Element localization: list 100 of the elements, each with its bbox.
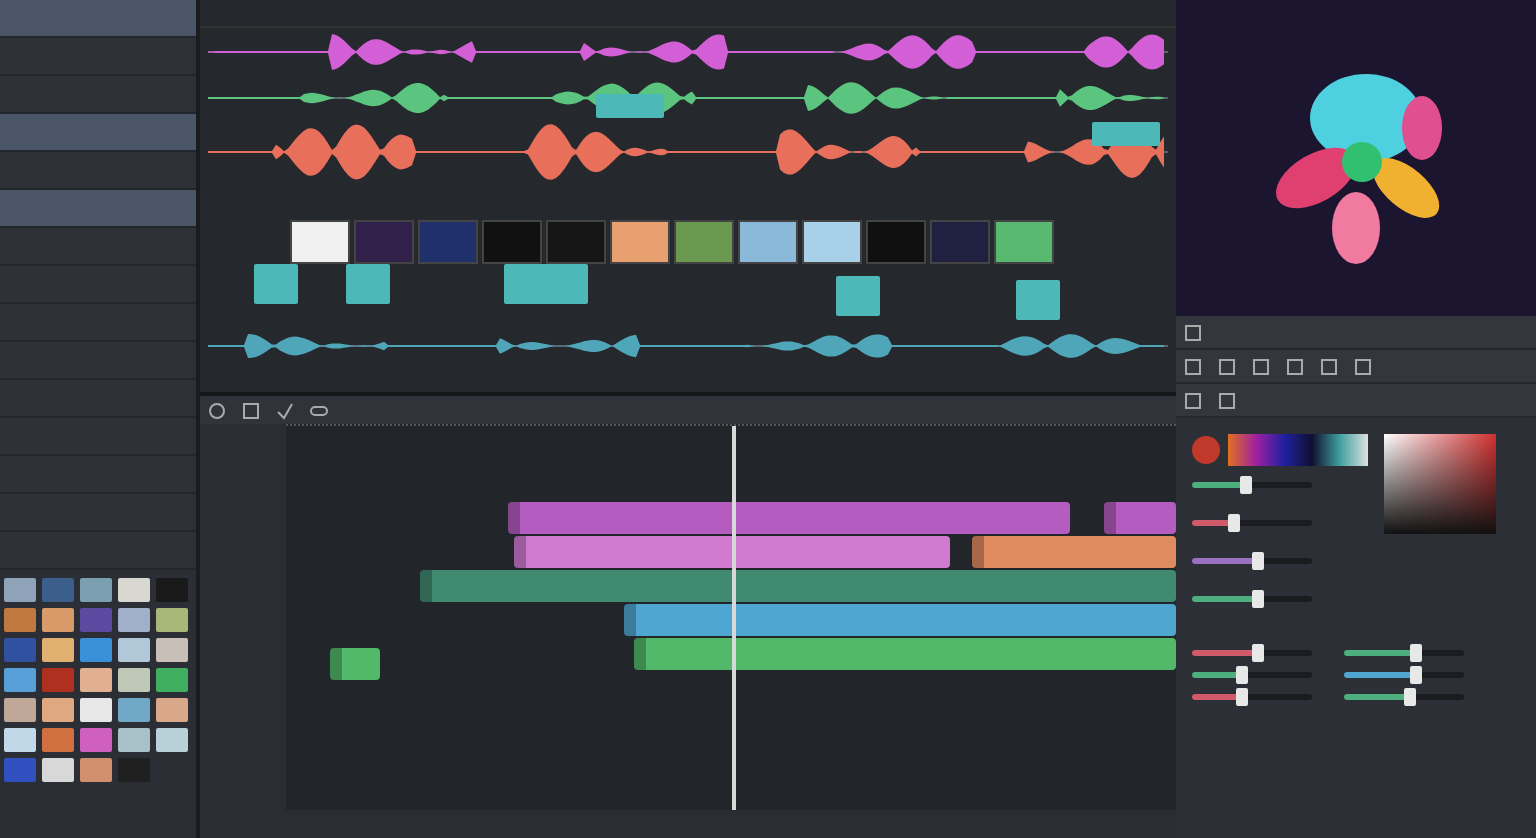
video-thumbnail[interactable]	[930, 220, 990, 264]
slider-thumb[interactable]	[1252, 590, 1264, 608]
media-thumbnail[interactable]	[4, 668, 36, 692]
video-thumbnail[interactable]	[354, 220, 414, 264]
media-thumbnail[interactable]	[118, 698, 150, 722]
gradient-bar[interactable]	[1228, 434, 1368, 466]
media-thumbnail[interactable]	[118, 668, 150, 692]
media-thumbnail[interactable]	[80, 758, 112, 782]
slider-thumb[interactable]	[1410, 644, 1422, 662]
media-thumbnail[interactable]	[80, 578, 112, 602]
marker-tag[interactable]	[596, 94, 664, 118]
video-thumbnail[interactable]	[866, 220, 926, 264]
square-icon	[1218, 357, 1236, 375]
media-thumbnail[interactable]	[118, 578, 150, 602]
video-thumbnail[interactable]	[546, 220, 606, 264]
slider-thumb[interactable]	[1252, 552, 1264, 570]
slider-thumb[interactable]	[1228, 514, 1240, 532]
slider-thumb[interactable]	[1410, 666, 1422, 684]
check-icon	[276, 401, 294, 419]
media-thumbnail[interactable]	[42, 638, 74, 662]
sidebar-item[interactable]	[0, 152, 196, 190]
square-icon	[1184, 323, 1202, 341]
square-icon	[1252, 357, 1270, 375]
video-thumbnail[interactable]	[610, 220, 670, 264]
slider-thumb[interactable]	[1236, 688, 1249, 706]
media-thumbnail[interactable]	[80, 728, 112, 752]
timeline-clip[interactable]	[419, 570, 1176, 602]
sidebar-item[interactable]	[0, 418, 196, 456]
sidebar-item[interactable]	[0, 304, 196, 342]
sidebar-item[interactable]	[0, 0, 196, 38]
media-thumbnail[interactable]	[156, 608, 188, 632]
sidebar-item[interactable]	[0, 228, 196, 266]
video-thumbnail[interactable]	[290, 220, 350, 264]
media-thumbnail[interactable]	[42, 668, 74, 692]
sidebar-item[interactable]	[0, 190, 196, 228]
marker-tag[interactable]	[544, 264, 588, 304]
timeline-clip[interactable]	[633, 638, 1176, 670]
video-thumbnail[interactable]	[674, 220, 734, 264]
media-thumbnail[interactable]	[156, 728, 188, 752]
marker-tag[interactable]	[1092, 122, 1160, 146]
circle-icon	[208, 401, 226, 419]
video-thumbnail[interactable]	[482, 220, 542, 264]
media-thumbnail[interactable]	[42, 578, 74, 602]
media-thumbnail[interactable]	[80, 608, 112, 632]
square-icon	[1354, 357, 1372, 375]
media-thumbnail[interactable]	[42, 608, 74, 632]
color-picker[interactable]	[1384, 434, 1496, 534]
timeline-clip[interactable]	[971, 536, 1176, 568]
link-icon	[310, 401, 328, 419]
sidebar-item[interactable]	[0, 38, 196, 76]
sidebar-item[interactable]	[0, 342, 196, 380]
timeline-clip[interactable]	[330, 648, 381, 681]
media-thumbnail[interactable]	[42, 698, 74, 722]
timeline-clip[interactable]	[508, 502, 1070, 534]
media-thumbnail[interactable]	[42, 758, 74, 782]
media-thumbnail[interactable]	[118, 728, 150, 752]
media-thumbnail[interactable]	[4, 698, 36, 722]
media-thumbnail[interactable]	[4, 728, 36, 752]
marker-tag[interactable]	[346, 264, 390, 304]
slider-thumb[interactable]	[1236, 666, 1249, 684]
sidebar-item[interactable]	[0, 456, 196, 494]
media-thumbnail[interactable]	[80, 638, 112, 662]
square-icon	[1286, 357, 1304, 375]
marker-tag[interactable]	[504, 264, 548, 304]
media-thumbnail[interactable]	[80, 668, 112, 692]
media-thumbnail[interactable]	[118, 638, 150, 662]
marker-tag[interactable]	[1016, 280, 1060, 320]
color-swatch[interactable]	[1192, 436, 1220, 464]
media-thumbnail[interactable]	[4, 608, 36, 632]
sidebar-item[interactable]	[0, 76, 196, 114]
square-icon	[1320, 357, 1338, 375]
media-thumbnail[interactable]	[156, 638, 188, 662]
video-thumbnail[interactable]	[994, 220, 1054, 264]
media-thumbnail[interactable]	[156, 578, 188, 602]
media-thumbnail[interactable]	[80, 698, 112, 722]
sidebar-item[interactable]	[0, 380, 196, 418]
sidebar-item[interactable]	[0, 114, 196, 152]
media-thumbnail[interactable]	[4, 638, 36, 662]
media-thumbnail[interactable]	[42, 728, 74, 752]
slider-thumb[interactable]	[1240, 476, 1252, 494]
media-thumbnail[interactable]	[4, 758, 36, 782]
sidebar-item[interactable]	[0, 532, 196, 570]
timeline-clip[interactable]	[624, 604, 1176, 636]
square-icon	[1184, 391, 1202, 409]
media-thumbnail[interactable]	[156, 698, 188, 722]
media-thumbnail[interactable]	[4, 578, 36, 602]
video-thumbnail[interactable]	[418, 220, 478, 264]
marker-tag[interactable]	[836, 276, 880, 316]
marker-tag[interactable]	[254, 264, 298, 304]
media-thumbnail[interactable]	[118, 608, 150, 632]
video-thumbnail[interactable]	[802, 220, 862, 264]
sidebar-item[interactable]	[0, 266, 196, 304]
timeline-clip[interactable]	[513, 536, 950, 568]
media-thumbnail[interactable]	[156, 668, 188, 692]
slider-thumb[interactable]	[1404, 688, 1416, 706]
sidebar-item[interactable]	[0, 494, 196, 532]
square-icon	[1218, 391, 1236, 409]
video-thumbnail[interactable]	[738, 220, 798, 264]
slider-thumb[interactable]	[1252, 644, 1264, 662]
timeline-clip[interactable]	[1104, 502, 1176, 534]
